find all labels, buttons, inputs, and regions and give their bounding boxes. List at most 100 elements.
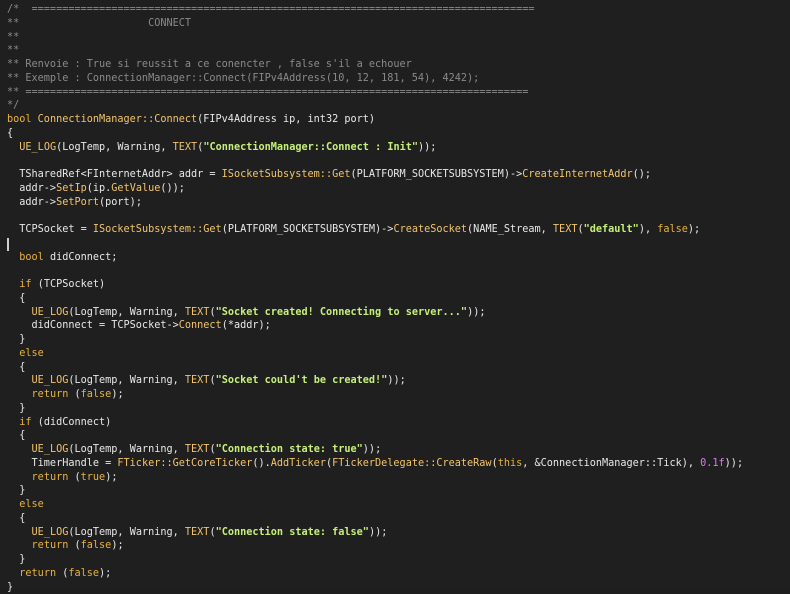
code-token (7, 375, 32, 386)
code-token: "Socket could't be created!" (216, 375, 388, 386)
code-line[interactable]: didConnect = TCPSocket->Connect(*addr); (7, 319, 743, 333)
code-line[interactable]: if (didConnect) (7, 416, 743, 430)
code-token (7, 307, 32, 318)
code-token: ISocketSubsystem::Get (93, 224, 222, 235)
code-token: TEXT (185, 527, 210, 538)
code-line[interactable]: UE_LOG(LogTemp, Warning, TEXT("Socket co… (7, 374, 743, 388)
code-lines[interactable]: /* =====================================… (7, 3, 743, 594)
code-token: this (498, 458, 523, 469)
code-token: UE_LOG (32, 307, 69, 318)
code-token: if (19, 279, 31, 290)
code-line[interactable]: TCPSocket = ISocketSubsystem::Get(PLATFO… (7, 223, 743, 237)
code-line[interactable]: if (TCPSocket) (7, 278, 743, 292)
code-token: return (32, 540, 69, 551)
code-line[interactable]: */ (7, 99, 743, 113)
code-token: 0.1f (700, 458, 725, 469)
code-token: TEXT (185, 307, 210, 318)
code-token: ); (688, 224, 700, 235)
code-token: FTickerDelegate::CreateRaw (332, 458, 491, 469)
code-line[interactable]: } (7, 402, 743, 416)
code-token (7, 142, 19, 153)
code-token: } (7, 554, 25, 565)
code-token: false (68, 568, 99, 579)
code-token: Connect (179, 320, 222, 331)
code-line[interactable]: ** Renvoie : True si reussit a ce conenc… (7, 58, 743, 72)
code-line[interactable] (7, 209, 743, 223)
code-line[interactable]: ** (7, 44, 743, 58)
code-line[interactable]: bool ConnectionManager::Connect(FIPv4Add… (7, 113, 743, 127)
code-token: ); (105, 472, 117, 483)
code-token: TEXT (185, 444, 210, 455)
code-token: } (7, 582, 13, 593)
code-token: (LogTemp, Warning, (56, 142, 173, 153)
code-token: { (7, 293, 25, 304)
code-token: { (7, 128, 13, 139)
code-line[interactable]: { (7, 127, 743, 141)
code-line[interactable]: return (true); (7, 471, 743, 485)
code-line[interactable]: } (7, 581, 743, 594)
code-token: ( (68, 389, 80, 400)
code-token: )); (418, 142, 436, 153)
code-token: ); (99, 568, 111, 579)
code-line[interactable]: addr->SetIp(ip.GetValue()); (7, 182, 743, 196)
code-line[interactable]: UE_LOG(LogTemp, Warning, TEXT("Connectio… (7, 141, 743, 155)
code-line[interactable]: } (7, 553, 743, 567)
code-line[interactable]: } (7, 484, 743, 498)
code-line[interactable]: UE_LOG(LogTemp, Warning, TEXT("Connectio… (7, 443, 743, 457)
code-line[interactable]: { (7, 429, 743, 443)
code-line[interactable] (7, 237, 743, 251)
code-token: (); (633, 169, 651, 180)
code-token: (PLATFORM_SOCKETSUBSYSTEM)-> (222, 224, 394, 235)
code-token: "Connection state: true" (216, 444, 363, 455)
code-token: GetValue (111, 183, 160, 194)
code-token: else (19, 348, 44, 359)
code-line[interactable]: else (7, 498, 743, 512)
code-token: false (81, 389, 112, 400)
code-token: addr-> (7, 197, 56, 208)
code-token: ( (68, 472, 80, 483)
code-token: ** Exemple : ConnectionManager::Connect(… (7, 73, 479, 84)
code-token (7, 568, 19, 579)
code-line[interactable]: UE_LOG(LogTemp, Warning, TEXT("Socket cr… (7, 306, 743, 320)
code-line[interactable]: } (7, 333, 743, 347)
code-token: )); (363, 444, 381, 455)
code-token: ** Renvoie : True si reussit a ce conenc… (7, 59, 412, 70)
code-line[interactable]: return (false); (7, 567, 743, 581)
code-line[interactable]: return (false); (7, 539, 743, 553)
code-token: (port); (99, 197, 142, 208)
code-line[interactable]: ** Exemple : ConnectionManager::Connect(… (7, 72, 743, 86)
code-token: } (7, 485, 25, 496)
code-line[interactable]: UE_LOG(LogTemp, Warning, TEXT("Connectio… (7, 526, 743, 540)
code-line[interactable] (7, 154, 743, 168)
code-line[interactable]: ** =====================================… (7, 86, 743, 100)
code-line[interactable]: { (7, 512, 743, 526)
code-token: AddTicker (271, 458, 326, 469)
code-token: ** (7, 32, 19, 43)
code-line[interactable]: { (7, 292, 743, 306)
code-line[interactable]: bool didConnect; (7, 251, 743, 265)
code-line[interactable]: ** (7, 31, 743, 45)
code-line[interactable]: TSharedRef<FInternetAddr> addr = ISocket… (7, 168, 743, 182)
code-token: TEXT (185, 375, 210, 386)
code-token: )); (467, 307, 485, 318)
code-line[interactable]: /* =====================================… (7, 3, 743, 17)
code-line[interactable]: return (false); (7, 388, 743, 402)
code-token: TEXT (173, 142, 198, 153)
code-token: ( (56, 568, 68, 579)
code-token: { (7, 362, 25, 373)
code-line[interactable]: ** CONNECT (7, 17, 743, 31)
code-line[interactable] (7, 264, 743, 278)
code-editor[interactable]: /* =====================================… (0, 0, 790, 589)
code-line[interactable]: else (7, 347, 743, 361)
code-line[interactable]: addr->SetPort(port); (7, 196, 743, 210)
code-token: ISocketSubsystem::Get (222, 169, 351, 180)
code-token: (ip. (87, 183, 112, 194)
code-token: false (657, 224, 688, 235)
code-line[interactable]: { (7, 361, 743, 375)
code-token: */ (7, 100, 19, 111)
code-token: )); (387, 375, 405, 386)
code-token: bool (19, 252, 44, 263)
code-line[interactable]: TimerHandle = FTicker::GetCoreTicker().A… (7, 457, 743, 471)
code-token: ); (111, 540, 123, 551)
code-token (7, 389, 32, 400)
